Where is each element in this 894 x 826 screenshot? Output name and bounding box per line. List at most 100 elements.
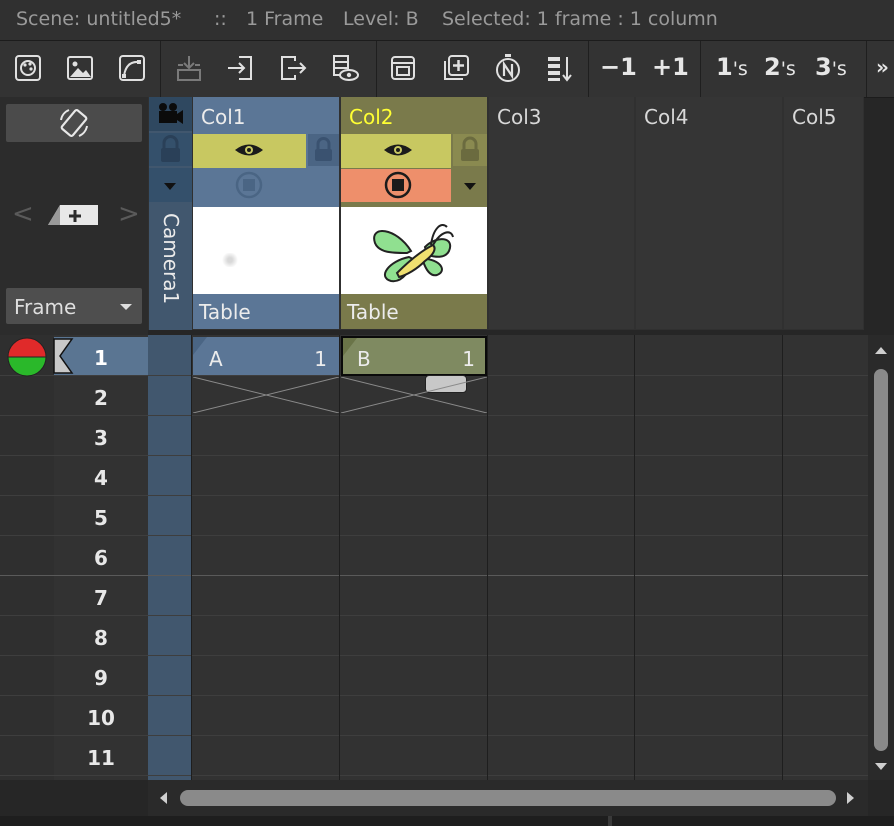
lock-toggle[interactable]	[308, 134, 339, 166]
toggle-orientation-button[interactable]	[6, 104, 142, 142]
end-of-level-marker	[341, 377, 487, 413]
end-of-level-marker	[193, 377, 339, 413]
row-number[interactable]: 4	[54, 457, 148, 496]
cell-drag-handle[interactable]	[193, 337, 207, 355]
row-number[interactable]: 5	[54, 497, 148, 536]
new-toonz-raster-level-button[interactable]	[11, 51, 45, 85]
lock-toggle[interactable]	[453, 134, 487, 166]
reframe-1s-button[interactable]: 1's	[716, 53, 748, 81]
row-number[interactable]: 6	[54, 537, 148, 576]
butterfly-icon	[373, 224, 454, 283]
reframe-3s-button[interactable]: 3's	[815, 53, 847, 81]
scroll-up-arrow[interactable]	[875, 347, 887, 354]
splitter-handle[interactable]	[608, 816, 612, 826]
column-name[interactable]: Col3	[489, 97, 541, 131]
cell-level-name: A	[209, 347, 223, 371]
camstand-toggle[interactable]	[193, 169, 339, 202]
toggle-preview-button[interactable]	[328, 51, 362, 85]
reframe-2s-button[interactable]: 2's	[764, 53, 796, 81]
camera-name-label: Camera1	[159, 213, 183, 305]
cell-drag-handle[interactable]	[343, 338, 357, 356]
column-header-col5[interactable]: Col5	[784, 97, 863, 329]
column-name[interactable]: Col4	[636, 97, 688, 131]
row-number[interactable]: 1	[54, 337, 148, 376]
xsheet-toolbar: −1 +1 1's 2's 3's »	[0, 41, 894, 98]
level-thumbnail	[193, 207, 339, 294]
scroll-right-arrow[interactable]	[847, 792, 854, 804]
toggle-navigation-tag-button[interactable]	[491, 51, 525, 85]
export-icon	[281, 56, 307, 80]
merge-levels-button[interactable]	[172, 51, 206, 85]
status-separator: ::	[214, 8, 227, 30]
palette-level-icon	[15, 55, 41, 81]
camera-column-header[interactable]: Camera1	[149, 97, 192, 330]
column-header-col1[interactable]: Col1 Table	[193, 97, 339, 329]
vector-curve-icon	[119, 55, 145, 81]
onion-skin-gutter	[0, 335, 54, 780]
cell-level-name: B	[357, 347, 371, 371]
column-header-col4[interactable]: Col4	[636, 97, 782, 329]
config-toggle[interactable]	[453, 169, 487, 202]
frame-zoom-dropdown[interactable]: Frame	[6, 288, 142, 324]
prev-memo-arrow[interactable]: <	[12, 199, 34, 229]
row-number[interactable]: 3	[54, 417, 148, 456]
preview-visible-toggle[interactable]	[341, 134, 451, 168]
save-level-button[interactable]	[276, 51, 310, 85]
row-number[interactable]: 2	[54, 377, 148, 416]
camera-config-toggle[interactable]	[149, 168, 192, 202]
column-header-col2[interactable]: Col2 Table	[341, 97, 487, 329]
lock-icon	[461, 136, 479, 161]
row-number[interactable]: 11	[54, 737, 148, 776]
cell-frame-number: 1	[462, 347, 475, 371]
frame-dropdown-label: Frame	[14, 295, 77, 319]
column-header-col3[interactable]: Col3	[489, 97, 634, 329]
row-number[interactable]: 8	[54, 617, 148, 656]
next-memo-arrow[interactable]: >	[118, 199, 140, 229]
collapse-button[interactable]	[439, 51, 473, 85]
add-memo-button[interactable]	[46, 201, 100, 227]
bottom-border	[0, 816, 894, 826]
new-sub-xsheet-button[interactable]	[386, 51, 420, 85]
selection-info: Selected: 1 frame : 1 column	[442, 8, 718, 30]
camstand-icon	[235, 171, 263, 199]
row-number[interactable]: 7	[54, 577, 148, 616]
toolbar-overflow-button[interactable]: »	[876, 55, 889, 79]
preview-visible-toggle[interactable]	[193, 134, 306, 168]
scroll-down-arrow[interactable]	[875, 763, 887, 770]
vertical-scroll-thumb[interactable]	[874, 369, 888, 751]
onion-skin-icon	[7, 337, 47, 377]
new-vector-level-button[interactable]	[115, 51, 149, 85]
column-name[interactable]: Col5	[784, 97, 836, 131]
camera-lock-toggle[interactable]	[149, 133, 192, 166]
cell-col2-frame1[interactable]: B 1	[341, 336, 487, 376]
column-name[interactable]: Col1	[193, 97, 339, 131]
new-raster-level-button[interactable]	[63, 51, 97, 85]
rotate-icon	[60, 109, 88, 137]
stopwatch-n-icon	[496, 54, 520, 82]
row-number[interactable]: 9	[54, 657, 148, 696]
load-level-button[interactable]	[223, 51, 257, 85]
camera-toggle[interactable]	[149, 97, 192, 131]
horizontal-scrollbar[interactable]	[148, 780, 868, 816]
level-thumbnail	[341, 207, 487, 294]
vertical-scrollbar[interactable]	[868, 335, 894, 780]
merge-down-icon	[177, 56, 201, 81]
scroll-left-arrow[interactable]	[160, 792, 167, 804]
camstand-icon	[384, 171, 412, 199]
camera-column-cells[interactable]	[148, 335, 191, 780]
stack-plus-icon	[444, 55, 469, 80]
camera-icon	[159, 103, 183, 124]
decrease-step-button[interactable]: −1	[600, 53, 637, 81]
lock-icon	[315, 137, 332, 161]
column-name[interactable]: Col2	[341, 97, 487, 131]
add-note-icon	[48, 205, 98, 225]
increase-step-button[interactable]: +1	[652, 53, 689, 81]
xsheet-left-panel: < > Frame	[0, 97, 148, 335]
onion-skin-toggle[interactable]	[6, 337, 48, 377]
eye-icon	[235, 144, 263, 156]
camstand-toggle[interactable]	[341, 169, 451, 202]
row-number[interactable]: 10	[54, 697, 148, 736]
reframe-button[interactable]	[543, 51, 577, 85]
cell-col1-frame1[interactable]: A 1	[193, 337, 339, 375]
horizontal-scroll-thumb[interactable]	[180, 790, 836, 806]
